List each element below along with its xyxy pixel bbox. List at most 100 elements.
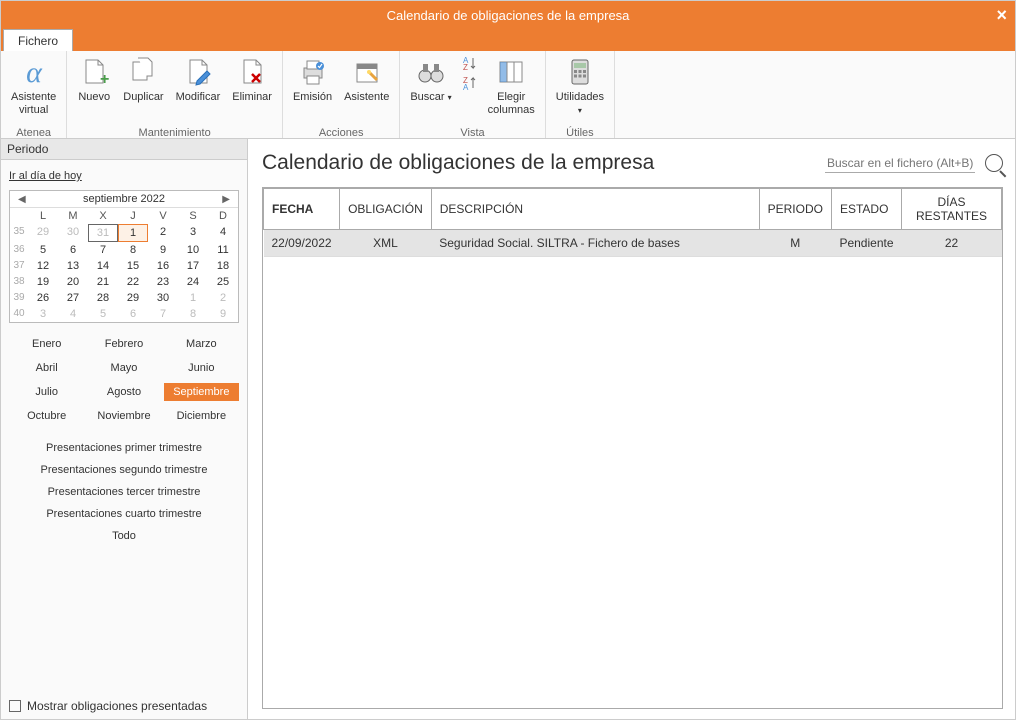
cal-day[interactable]: 4 (208, 224, 238, 242)
cal-day[interactable]: 16 (148, 258, 178, 274)
cal-dow: X (88, 208, 118, 224)
month-julio[interactable]: Julio (9, 383, 84, 401)
cal-day[interactable]: 14 (88, 258, 118, 274)
cal-day[interactable]: 11 (208, 242, 238, 258)
cal-day[interactable]: 30 (58, 224, 88, 242)
cal-day[interactable]: 8 (178, 306, 208, 322)
month-enero[interactable]: Enero (9, 335, 84, 353)
month-mayo[interactable]: Mayo (86, 359, 161, 377)
col-periodo[interactable]: PERIODO (759, 189, 831, 230)
sidebar: Periodo Ir al día de hoy ◀ septiembre 20… (1, 139, 248, 719)
cal-week-num: 38 (10, 274, 28, 290)
col-descripcion[interactable]: DESCRIPCIÓN (431, 189, 759, 230)
col-fecha[interactable]: FECHA (264, 189, 340, 230)
eliminar-button[interactable]: Eliminar (226, 55, 278, 125)
cal-dow: S (178, 208, 208, 224)
cal-day[interactable]: 3 (28, 306, 58, 322)
cal-day[interactable]: 5 (28, 242, 58, 258)
cal-day[interactable]: 1 (178, 290, 208, 306)
cal-day[interactable]: 13 (58, 258, 88, 274)
svg-text:+: + (100, 71, 109, 88)
cal-day[interactable]: 17 (178, 258, 208, 274)
cal-day[interactable]: 15 (118, 258, 148, 274)
month-febrero[interactable]: Febrero (86, 335, 161, 353)
today-link[interactable]: Ir al día de hoy (9, 170, 82, 182)
cal-week-num: 37 (10, 258, 28, 274)
search-input[interactable] (825, 154, 975, 173)
cal-day[interactable]: 29 (118, 290, 148, 306)
cal-day[interactable]: 20 (58, 274, 88, 290)
cal-day[interactable]: 24 (178, 274, 208, 290)
calculator-icon (563, 55, 597, 89)
emision-button[interactable]: Emisión (287, 55, 338, 125)
table-row[interactable]: 22/09/2022 XML Seguridad Social. SILTRA … (264, 230, 1002, 257)
cell-obligacion: XML (340, 230, 432, 257)
preset-filter[interactable]: Todo (9, 525, 239, 547)
cal-day[interactable]: 9 (148, 242, 178, 258)
cal-day[interactable]: 7 (88, 242, 118, 258)
cal-prev-icon[interactable]: ◀ (12, 194, 32, 205)
cal-day[interactable]: 19 (28, 274, 58, 290)
preset-filter[interactable]: Presentaciones cuarto trimestre (9, 503, 239, 525)
cal-day[interactable]: 8 (118, 242, 148, 258)
preset-filter[interactable]: Presentaciones segundo trimestre (9, 459, 239, 481)
modificar-button[interactable]: Modificar (170, 55, 227, 125)
cal-day[interactable]: 10 (178, 242, 208, 258)
checkbox-icon (9, 700, 21, 712)
cal-day[interactable]: 1 (118, 224, 148, 242)
cal-day[interactable]: 9 (208, 306, 238, 322)
cal-day[interactable]: 28 (88, 290, 118, 306)
sort-asc-icon[interactable]: AZ (462, 55, 478, 71)
month-agosto[interactable]: Agosto (86, 383, 161, 401)
show-presented-checkbox[interactable]: Mostrar obligaciones presentadas (1, 693, 247, 719)
month-noviembre[interactable]: Noviembre (86, 407, 161, 425)
cal-day[interactable]: 4 (58, 306, 88, 322)
cal-day[interactable]: 2 (148, 224, 178, 242)
col-estado[interactable]: ESTADO (831, 189, 901, 230)
nuevo-button[interactable]: + Nuevo (71, 55, 117, 125)
cal-day[interactable]: 31 (88, 224, 118, 242)
month-diciembre[interactable]: Diciembre (164, 407, 239, 425)
elegir-columnas-button[interactable]: Elegir columnas (482, 55, 541, 125)
close-icon[interactable]: × (996, 5, 1007, 26)
month-abril[interactable]: Abril (9, 359, 84, 377)
tab-fichero[interactable]: Fichero (3, 29, 73, 51)
cal-day[interactable]: 27 (58, 290, 88, 306)
utilidades-button[interactable]: Utilidades▾ (550, 55, 610, 125)
cal-day[interactable]: 18 (208, 258, 238, 274)
col-dias[interactable]: DÍAS RESTANTES (902, 189, 1002, 230)
cal-day[interactable]: 2 (208, 290, 238, 306)
cal-next-icon[interactable]: ▶ (216, 194, 236, 205)
cal-day[interactable]: 29 (28, 224, 58, 242)
cal-day[interactable]: 12 (28, 258, 58, 274)
cal-day[interactable]: 6 (58, 242, 88, 258)
preset-filter[interactable]: Presentaciones tercer trimestre (9, 481, 239, 503)
duplicar-button[interactable]: Duplicar (117, 55, 169, 125)
month-septiembre[interactable]: Septiembre (164, 383, 239, 401)
cal-title: septiembre 2022 (83, 193, 165, 205)
page-title: Calendario de obligaciones de la empresa (262, 151, 654, 175)
printer-icon (296, 55, 330, 89)
cal-day[interactable]: 5 (88, 306, 118, 322)
cal-day[interactable]: 7 (148, 306, 178, 322)
search-icon[interactable] (985, 154, 1003, 172)
asistente-virtual-button[interactable]: α Asistente virtual (5, 55, 62, 125)
cal-day[interactable]: 21 (88, 274, 118, 290)
sort-desc-icon[interactable]: ZA (462, 75, 478, 91)
cal-day[interactable]: 22 (118, 274, 148, 290)
cal-day[interactable]: 25 (208, 274, 238, 290)
month-junio[interactable]: Junio (164, 359, 239, 377)
columns-icon (494, 55, 528, 89)
preset-filter[interactable]: Presentaciones primer trimestre (9, 437, 239, 459)
buscar-button[interactable]: Buscar ▾ (404, 55, 457, 125)
document-edit-icon (181, 55, 215, 89)
asistente-button[interactable]: Asistente (338, 55, 395, 125)
col-obligacion[interactable]: OBLIGACIÓN (340, 189, 432, 230)
cal-day[interactable]: 3 (178, 224, 208, 242)
cal-day[interactable]: 23 (148, 274, 178, 290)
month-octubre[interactable]: Octubre (9, 407, 84, 425)
cal-day[interactable]: 30 (148, 290, 178, 306)
cal-day[interactable]: 6 (118, 306, 148, 322)
month-marzo[interactable]: Marzo (164, 335, 239, 353)
cal-day[interactable]: 26 (28, 290, 58, 306)
